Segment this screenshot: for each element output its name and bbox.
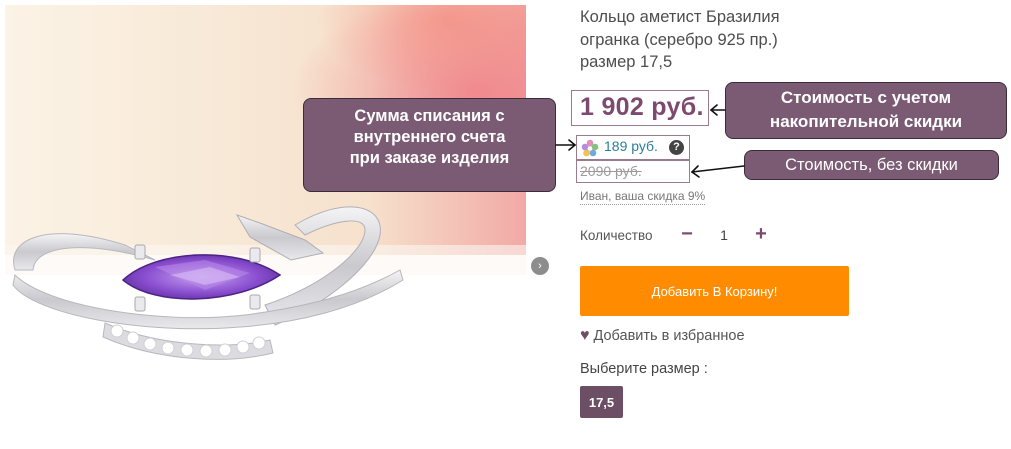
- heart-icon: ♥: [580, 327, 590, 344]
- quantity-label: Количество: [580, 228, 653, 243]
- discount-note-link[interactable]: Иван, ваша скидка 9%: [580, 189, 706, 205]
- price-arrow-head: [709, 104, 718, 116]
- price-annotation-line-1: Стоимость с учетом: [780, 88, 952, 107]
- quantity-plus-button[interactable]: +: [752, 224, 770, 244]
- current-price: 1 902 руб.: [580, 93, 704, 121]
- bonus-annotation-line-2: внутреннего счета: [353, 128, 506, 146]
- quantity-input[interactable]: [707, 221, 741, 249]
- product-title-line-1: Кольцо аметист Бразилия: [580, 8, 780, 26]
- price-annotation-line-2: накопительной скидки: [769, 112, 963, 131]
- bonus-flower-icon: [581, 139, 599, 162]
- size-option-button[interactable]: 17,5: [580, 386, 623, 418]
- help-icon[interactable]: ?: [669, 140, 684, 155]
- old-price-arrow-head: [690, 165, 700, 178]
- bonus-annotation-callout: Сумма списания с внутреннего счета при з…: [303, 98, 556, 192]
- add-to-favorites-link[interactable]: ♥ Добавить в избранное: [580, 327, 745, 345]
- product-title-line-2: огранка (серебро 925 пр.): [580, 30, 778, 49]
- add-to-cart-button[interactable]: Добавить В Корзину!: [580, 266, 849, 316]
- old-price-annotation-callout: Стоимость, без скидки: [744, 150, 999, 180]
- quantity-minus-button[interactable]: −: [678, 224, 696, 245]
- product-photo[interactable]: [5, 5, 526, 444]
- ring-image: [5, 5, 526, 444]
- product-title: Кольцо аметист Бразилия огранка (серебро…: [580, 6, 840, 74]
- bonus-amount-link[interactable]: 189 руб.: [604, 138, 658, 154]
- old-price-arrow-line: [691, 165, 745, 173]
- gallery-next-icon[interactable]: ›: [531, 257, 549, 275]
- product-title-line-3: размер 17,5: [580, 53, 673, 71]
- bonus-annotation-line-1: Сумма списания с: [354, 107, 505, 125]
- bonus-annotation-line-3: при заказе изделия: [349, 149, 510, 167]
- old-price: 2090 руб.: [580, 163, 642, 179]
- add-to-favorites-label: Добавить в избранное: [593, 328, 745, 344]
- size-label: Выберите размер :: [580, 361, 708, 377]
- price-annotation-callout: Стоимость с учетом накопительной скидки: [725, 82, 1007, 139]
- bonus-arrow-head: [568, 139, 577, 151]
